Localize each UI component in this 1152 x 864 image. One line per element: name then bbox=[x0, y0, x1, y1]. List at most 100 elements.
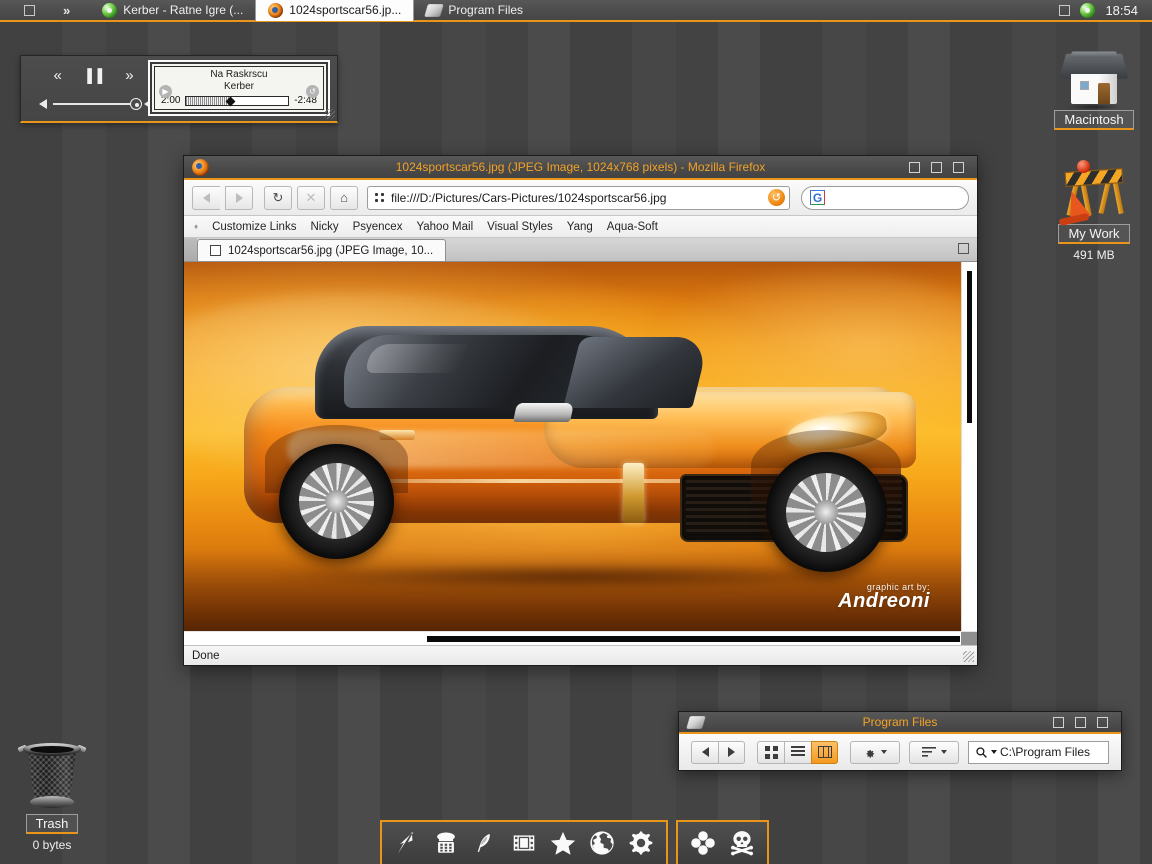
player-resize-grip[interactable] bbox=[325, 109, 335, 119]
program-files-toolbar: C:\Program Files bbox=[679, 734, 1121, 770]
globe-icon[interactable] bbox=[585, 826, 619, 860]
star-icon[interactable] bbox=[546, 826, 580, 860]
speaker-low-icon bbox=[39, 99, 47, 109]
media-player-widget[interactable]: « ▐▐ » ▶ ↺ Na Raskrscu Kerber 2:00 -2:48 bbox=[20, 55, 338, 123]
film-strip-icon[interactable] bbox=[507, 826, 541, 860]
stop-button[interactable]: ✕ bbox=[297, 185, 325, 210]
gear-icon[interactable] bbox=[624, 826, 658, 860]
tray-square-icon[interactable] bbox=[1059, 4, 1071, 16]
back-button[interactable] bbox=[691, 740, 718, 764]
minimize-button[interactable] bbox=[909, 161, 920, 173]
previous-track-button[interactable]: « bbox=[53, 67, 61, 84]
track-title: Na Raskrscu bbox=[210, 69, 268, 80]
forward-button[interactable] bbox=[718, 740, 745, 764]
next-track-button[interactable]: » bbox=[125, 67, 133, 84]
taskbar-task-firefox[interactable]: 1024sportscar56.jp... bbox=[255, 0, 415, 21]
car-graphic bbox=[215, 321, 930, 594]
arrange-menu-button[interactable] bbox=[909, 740, 959, 764]
scrollbar-corner bbox=[961, 632, 977, 646]
bookmark-psyencex[interactable]: Psyencex bbox=[353, 221, 403, 233]
seek-bar[interactable] bbox=[185, 95, 290, 106]
tab-bar-spacer bbox=[184, 238, 197, 261]
system-tray: 18:54 bbox=[1059, 2, 1152, 18]
tray-media-player-icon[interactable] bbox=[1080, 2, 1096, 18]
firefox-titlebar[interactable]: 1024sportscar56.jpg (JPEG Image, 1024x76… bbox=[184, 156, 977, 180]
trash-icon-group[interactable]: Trash 0 bytes bbox=[6, 740, 98, 852]
desktop-icon-macintosh[interactable]: Macintosh bbox=[1042, 34, 1146, 130]
car-photo: graphic art by: Andreoni bbox=[184, 262, 961, 631]
taskbar-task-label: Program Files bbox=[448, 3, 524, 17]
taskbar-task-label: 1024sportscar56.jp... bbox=[289, 3, 402, 17]
bookmark-yang[interactable]: Yang bbox=[567, 221, 593, 233]
bookmark-nicky[interactable]: Nicky bbox=[310, 221, 338, 233]
firefox-navigation-toolbar: ↻ ✕ ⌂ file:///D:/Pictures/Cars-Pictures/… bbox=[184, 180, 977, 216]
close-button[interactable] bbox=[953, 161, 964, 173]
bookmark-aqua-soft[interactable]: Aqua-Soft bbox=[607, 221, 658, 233]
feather-icon[interactable] bbox=[468, 826, 502, 860]
close-button[interactable] bbox=[1097, 716, 1108, 728]
skull-crossbones-icon[interactable] bbox=[725, 826, 759, 860]
bookmarks-toolbar: ♦ Customize Links Nicky Psyencex Yahoo M… bbox=[184, 216, 977, 238]
address-bar[interactable]: file:///D:/Pictures/Cars-Pictures/1024sp… bbox=[367, 185, 790, 210]
tab-1024sportscar56[interactable]: 1024sportscar56.jpg (JPEG Image, 10... bbox=[197, 239, 447, 261]
minimize-button[interactable] bbox=[1053, 716, 1064, 728]
horizontal-scrollbar-thumb[interactable] bbox=[427, 636, 960, 642]
firefox-window[interactable]: 1024sportscar56.jpg (JPEG Image, 1024x76… bbox=[183, 155, 978, 666]
url-input[interactable]: file:///D:/Pictures/Cars-Pictures/1024sp… bbox=[391, 191, 762, 205]
program-files-titlebar[interactable]: Program Files bbox=[679, 712, 1121, 734]
search-icon bbox=[976, 746, 987, 758]
column-view-button[interactable] bbox=[811, 740, 838, 764]
reload-button[interactable]: ↻ bbox=[264, 185, 292, 210]
track-artist: Kerber bbox=[223, 81, 254, 92]
bookmark-visual-styles[interactable]: Visual Styles bbox=[487, 221, 553, 233]
firefox-status-bar: Done bbox=[184, 645, 977, 665]
home-button[interactable]: ⌂ bbox=[330, 185, 358, 210]
search-input[interactable]: C:\Program Files bbox=[1000, 745, 1090, 759]
volume-control[interactable] bbox=[33, 98, 153, 110]
image-canvas[interactable]: graphic art by: Andreoni bbox=[184, 262, 961, 631]
search-field[interactable]: C:\Program Files bbox=[968, 740, 1109, 764]
search-bar[interactable]: G bbox=[801, 185, 969, 210]
bookmark-yahoo-mail[interactable]: Yahoo Mail bbox=[416, 221, 473, 233]
vertical-scrollbar[interactable] bbox=[961, 262, 977, 631]
telephone-icon[interactable] bbox=[429, 826, 463, 860]
desktop-icon-my-work[interactable]: My Work 491 MB bbox=[1042, 148, 1146, 262]
vertical-scrollbar-thumb[interactable] bbox=[967, 271, 972, 423]
taskbar-task-program-files[interactable]: Program Files bbox=[414, 0, 535, 21]
status-text: Done bbox=[192, 649, 220, 662]
dock-group-primary bbox=[380, 820, 668, 864]
taskbar-task-kerber[interactable]: Kerber - Ratne Igre (... bbox=[90, 0, 255, 21]
house-icon bbox=[1042, 34, 1146, 110]
google-search-icon[interactable]: G bbox=[810, 190, 825, 205]
close-tab-button[interactable] bbox=[958, 243, 969, 254]
forward-button[interactable] bbox=[225, 185, 253, 210]
bookmarks-overflow-icon[interactable]: ♦ bbox=[194, 222, 198, 231]
watermark-caption: graphic art by: bbox=[866, 581, 930, 592]
tab-label: 1024sportscar56.jpg (JPEG Image, 10... bbox=[228, 244, 434, 257]
maximize-button[interactable] bbox=[1075, 716, 1086, 728]
pause-button[interactable]: ▐▐ bbox=[83, 68, 103, 83]
icon-view-button[interactable] bbox=[757, 740, 784, 764]
firefox-title: 1024sportscar56.jpg (JPEG Image, 1024x76… bbox=[395, 160, 766, 174]
horizontal-scrollbar[interactable] bbox=[184, 631, 977, 646]
list-view-button[interactable] bbox=[784, 740, 811, 764]
program-files-window[interactable]: Program Files C:\Program Files bbox=[678, 711, 1122, 771]
action-menu-button[interactable] bbox=[850, 740, 900, 764]
expand-chevrons-icon[interactable]: » bbox=[63, 3, 70, 18]
go-button[interactable]: ↺ bbox=[768, 189, 785, 206]
volume-slider[interactable] bbox=[53, 98, 142, 110]
volume-slider-knob[interactable] bbox=[130, 98, 142, 110]
lightning-bolt-icon[interactable] bbox=[390, 826, 424, 860]
firefox-icon bbox=[268, 2, 284, 18]
back-button[interactable] bbox=[192, 185, 220, 210]
clover-icon[interactable] bbox=[686, 826, 720, 860]
play-button[interactable]: ▶ bbox=[159, 85, 172, 98]
taskbar-square-button[interactable] bbox=[24, 4, 35, 16]
maximize-button[interactable] bbox=[931, 161, 942, 173]
bookmark-customize-links[interactable]: Customize Links bbox=[212, 221, 296, 233]
dock bbox=[380, 820, 769, 864]
window-resize-grip[interactable] bbox=[963, 651, 974, 662]
page-proxy-icon bbox=[374, 192, 385, 203]
repeat-button[interactable]: ↺ bbox=[306, 85, 319, 98]
media-player-icon bbox=[102, 2, 118, 18]
